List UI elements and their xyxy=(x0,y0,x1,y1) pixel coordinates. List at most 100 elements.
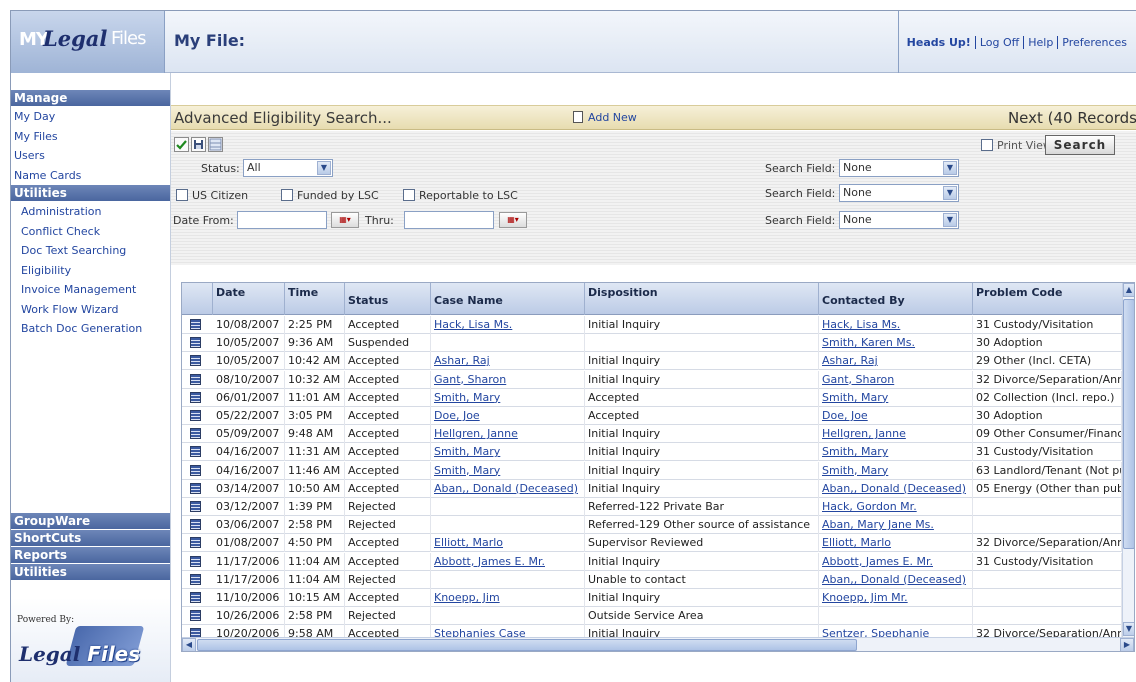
cell-contacted-by[interactable]: Hellgren, Janne xyxy=(819,425,973,444)
sidebar-item-work-flow-wizard[interactable]: Work Flow Wizard xyxy=(11,300,170,320)
column-header-status[interactable]: Status xyxy=(345,283,431,315)
table-row[interactable]: 11/17/2006 11:04 AM Rejected Unable to cont… xyxy=(182,570,1122,589)
search-field-select-3[interactable]: None ▼ xyxy=(839,211,959,229)
cell-case-name[interactable]: Smith, Mary xyxy=(431,443,585,462)
calendar-icon[interactable]: ▦▾ xyxy=(499,212,527,228)
record-icon[interactable] xyxy=(190,537,201,549)
cell-contacted-by[interactable]: Elliott, Marlo xyxy=(819,534,973,553)
table-row[interactable]: 06/01/2007 11:01 AM Accepted Smith, Mary Acc… xyxy=(182,388,1122,407)
cell-case-name[interactable]: Doe, Joe xyxy=(431,407,585,425)
scroll-left-icon[interactable]: ◀ xyxy=(182,638,196,651)
add-new-button[interactable]: Add New xyxy=(573,111,637,124)
record-icon[interactable] xyxy=(190,610,201,622)
cell-case-name[interactable]: Hack, Lisa Ms. xyxy=(431,316,585,334)
reportable-to-lsc-box[interactable] xyxy=(403,189,415,201)
sidebar-section-manage[interactable]: Manage xyxy=(11,90,170,107)
column-header-date[interactable]: Date xyxy=(213,283,285,315)
date-from-input[interactable] xyxy=(237,211,327,229)
sidebar-item-my-files[interactable]: My Files xyxy=(11,127,170,147)
cell-contacted-by[interactable]: Smith, Karen Ms. xyxy=(819,334,973,353)
record-icon[interactable] xyxy=(190,391,201,403)
record-icon[interactable] xyxy=(190,573,201,585)
horizontal-scroll-thumb[interactable] xyxy=(197,639,857,651)
record-icon[interactable] xyxy=(190,519,201,531)
log-off-link[interactable]: Log Off xyxy=(976,35,1025,49)
chevron-down-icon[interactable]: ▼ xyxy=(943,213,957,227)
app-logo[interactable]: MY Legal Files xyxy=(11,11,165,73)
record-icon[interactable] xyxy=(190,464,201,476)
table-row[interactable]: 03/14/2007 10:50 AM Accepted Aban,, Donald … xyxy=(182,479,1122,498)
column-header-disposition[interactable]: Disposition xyxy=(585,283,819,315)
cell-contacted-by[interactable]: Hack, Lisa Ms. xyxy=(819,316,973,334)
record-icon[interactable] xyxy=(190,373,201,385)
record-icon[interactable] xyxy=(190,446,201,458)
record-icon[interactable] xyxy=(190,555,201,567)
cell-contacted-by[interactable]: Hack, Gordon Mr. xyxy=(819,498,973,516)
cell-case-name[interactable]: Hellgren, Janne xyxy=(431,425,585,444)
status-select[interactable]: All ▼ xyxy=(243,159,333,177)
cell-case-name[interactable] xyxy=(431,516,585,535)
calendar-icon[interactable]: ▦▾ xyxy=(331,212,359,228)
cell-case-name[interactable]: Smith, Mary xyxy=(431,388,585,407)
sidebar-section-groupware[interactable]: GroupWare xyxy=(11,513,170,530)
preferences-link[interactable]: Preferences xyxy=(1058,36,1131,49)
sidebar-section-shortcuts[interactable]: ShortCuts xyxy=(11,530,170,547)
heads-up-link[interactable]: Heads Up! xyxy=(903,35,976,49)
sidebar-item-administration[interactable]: Administration xyxy=(11,202,170,222)
record-icon[interactable] xyxy=(190,501,201,512)
checkmark-icon[interactable] xyxy=(174,137,189,152)
sidebar-item-conflict-check[interactable]: Conflict Check xyxy=(11,222,170,242)
table-row[interactable]: 10/05/2007 10:42 AM Accepted Ashar, Raj Init… xyxy=(182,352,1122,371)
cell-contacted-by[interactable]: Smith, Mary xyxy=(819,461,973,480)
table-row[interactable]: 03/12/2007 1:39 PM Rejected Referred-122 Pr… xyxy=(182,498,1122,516)
help-link[interactable]: Help xyxy=(1024,35,1059,49)
cell-case-name[interactable]: Abbott, James E. Mr. xyxy=(431,552,585,571)
cell-contacted-by[interactable]: Gant, Sharon xyxy=(819,370,973,389)
cell-contacted-by[interactable]: Smith, Mary xyxy=(819,388,973,407)
us-citizen-box[interactable] xyxy=(176,189,188,201)
table-row[interactable]: 08/10/2007 10:32 AM Accepted Gant, Sharon In… xyxy=(182,370,1122,389)
search-field-select-2[interactable]: None ▼ xyxy=(839,184,959,202)
cell-contacted-by[interactable]: Knoepp, Jim Mr. xyxy=(819,589,973,607)
cell-contacted-by[interactable]: Ashar, Raj xyxy=(819,352,973,371)
cell-case-name[interactable] xyxy=(431,607,585,626)
grid-icon[interactable] xyxy=(208,137,223,152)
scroll-up-icon[interactable]: ▲ xyxy=(1123,283,1134,297)
scroll-right-icon[interactable]: ▶ xyxy=(1120,638,1134,651)
date-thru-input[interactable] xyxy=(404,211,494,229)
cell-contacted-by[interactable]: Aban, Mary Jane Ms. xyxy=(819,516,973,535)
column-header-problem-code[interactable]: Problem Code xyxy=(973,283,1122,315)
next-records-link[interactable]: Next (40 Records xyxy=(1008,109,1136,127)
chevron-down-icon[interactable]: ▼ xyxy=(943,161,957,175)
cell-contacted-by[interactable]: Aban,, Donald (Deceased) xyxy=(819,479,973,498)
chevron-down-icon[interactable]: ▼ xyxy=(943,186,957,200)
funded-by-lsc-checkbox[interactable]: Funded by LSC xyxy=(281,189,379,202)
cell-contacted-by[interactable]: Abbott, James E. Mr. xyxy=(819,552,973,571)
sidebar-item-name-cards[interactable]: Name Cards xyxy=(11,166,170,186)
table-row[interactable]: 05/09/2007 9:48 AM Accepted Hellgren, Janne… xyxy=(182,425,1122,444)
table-row[interactable]: 11/17/2006 11:04 AM Accepted Abbott, James … xyxy=(182,552,1122,571)
table-row[interactable]: 05/22/2007 3:05 PM Accepted Doe, Joe Accepte… xyxy=(182,407,1122,425)
column-header-time[interactable]: Time xyxy=(285,283,345,315)
cell-case-name[interactable] xyxy=(431,334,585,353)
cell-case-name[interactable] xyxy=(431,570,585,589)
table-row[interactable]: 10/08/2007 2:25 PM Accepted Hack, Lisa Ms. I… xyxy=(182,316,1122,334)
column-header-case-name[interactable]: Case Name xyxy=(431,283,585,315)
vertical-scrollbar[interactable]: ▲ ▼ xyxy=(1122,283,1134,637)
sidebar-item-eligibility[interactable]: Eligibility xyxy=(11,261,170,281)
record-icon[interactable] xyxy=(190,592,201,603)
table-row[interactable]: 11/10/2006 10:15 AM Accepted Knoepp, Jim Ini… xyxy=(182,589,1122,607)
table-row[interactable]: 04/16/2007 11:31 AM Accepted Smith, Mary Ini… xyxy=(182,443,1122,462)
us-citizen-checkbox[interactable]: US Citizen xyxy=(176,189,248,202)
sidebar-item-batch-doc-generation[interactable]: Batch Doc Generation xyxy=(11,319,170,339)
search-field-select-1[interactable]: None ▼ xyxy=(839,159,959,177)
column-header-contacted-by[interactable]: Contacted By xyxy=(819,283,973,315)
cell-case-name[interactable]: Knoepp, Jim xyxy=(431,589,585,607)
record-icon[interactable] xyxy=(190,410,201,421)
cell-case-name[interactable] xyxy=(431,498,585,516)
funded-by-lsc-box[interactable] xyxy=(281,189,293,201)
cell-contacted-by[interactable]: Smith, Mary xyxy=(819,443,973,462)
record-icon[interactable] xyxy=(190,428,201,440)
sidebar-section-reports[interactable]: Reports xyxy=(11,547,170,564)
search-button[interactable]: Search xyxy=(1045,135,1115,155)
